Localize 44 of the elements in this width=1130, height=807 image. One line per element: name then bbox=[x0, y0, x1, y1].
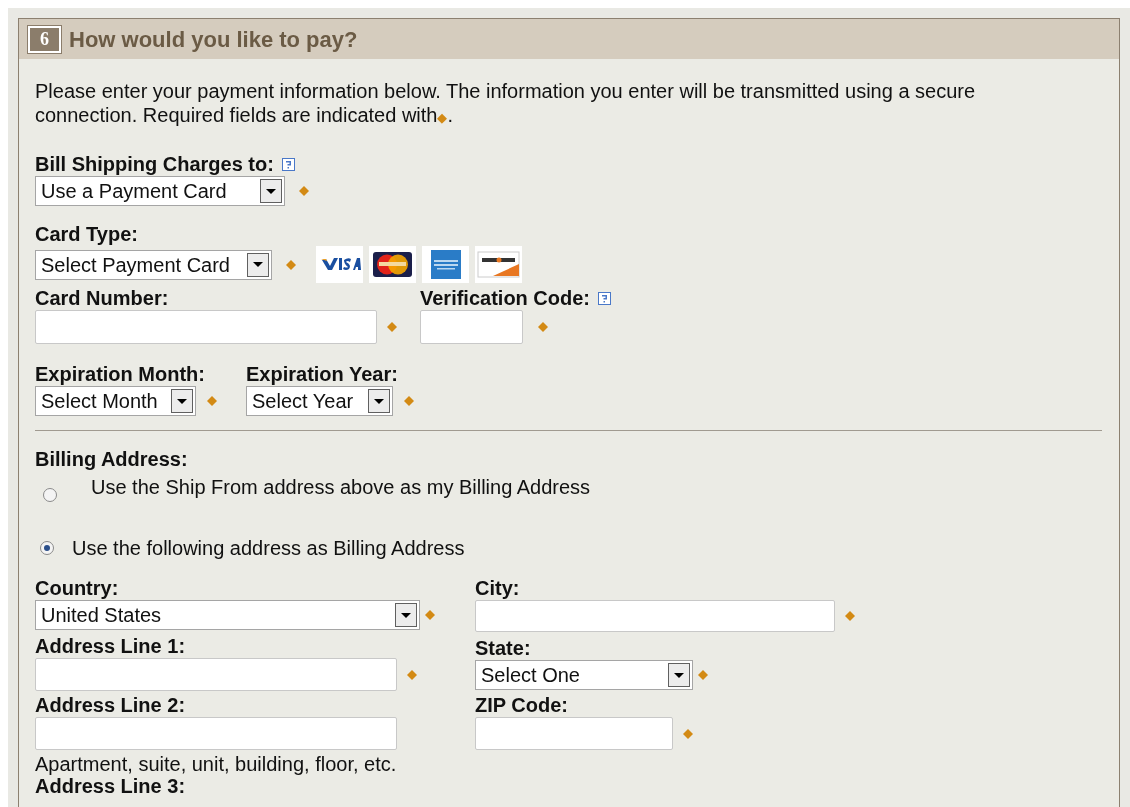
dropdown[interactable]: Select One bbox=[475, 660, 693, 690]
input-field[interactable] bbox=[35, 310, 377, 344]
visa-logo-icon bbox=[316, 246, 363, 283]
step-number: 6 bbox=[28, 25, 61, 53]
field-label: State: bbox=[475, 636, 531, 660]
intro-text: Please enter your payment information below. The information you enter will be transmitted using a secure connection. Required fields are indicated with◆. bbox=[35, 79, 977, 128]
dropdown[interactable]: Select Year bbox=[246, 386, 393, 416]
field-label: City: bbox=[475, 576, 520, 600]
input-field[interactable] bbox=[420, 310, 523, 344]
input-field[interactable] bbox=[35, 658, 397, 691]
dropdown[interactable]: Select Payment Card bbox=[35, 249, 272, 280]
field-label: Address Line 3: bbox=[35, 775, 187, 797]
field-label: Billing Address: bbox=[35, 447, 189, 471]
field-label: Country: bbox=[35, 576, 119, 600]
field-label: Address Line 1: bbox=[35, 634, 186, 658]
radio-label[interactable]: Use the following address as Billing Address bbox=[72, 536, 465, 560]
mastercard-logo-icon bbox=[369, 246, 416, 283]
caret-icon bbox=[374, 398, 384, 404]
caret-icon bbox=[674, 672, 684, 678]
caret-icon bbox=[177, 398, 187, 404]
radio-label[interactable]: Use the Ship From address above as my Billing Address bbox=[91, 475, 591, 499]
field-label: Verification Code: bbox=[420, 286, 591, 310]
radio-button[interactable] bbox=[40, 541, 54, 555]
dropdown[interactable]: United States bbox=[35, 600, 420, 630]
field-label: Bill Shipping Charges to: bbox=[35, 152, 274, 176]
hint-text: Apartment, suite, unit, building, floor, etc. bbox=[35, 753, 398, 775]
caret-icon bbox=[253, 262, 263, 267]
field-label: Address Line 2: bbox=[35, 693, 186, 717]
discover-logo-icon bbox=[475, 246, 522, 283]
amex-logo-icon bbox=[422, 246, 469, 283]
field-label: Card Type: bbox=[35, 222, 138, 246]
radio-button[interactable] bbox=[43, 488, 57, 502]
section-title: How would you like to pay? bbox=[69, 25, 358, 54]
input-field[interactable] bbox=[475, 717, 673, 750]
dropdown[interactable]: Use a Payment Card bbox=[35, 176, 285, 206]
caret-icon bbox=[401, 612, 411, 618]
input-field[interactable] bbox=[35, 717, 397, 750]
field-label: Expiration Year: bbox=[246, 362, 398, 386]
field-label: Card Number: bbox=[35, 286, 169, 310]
field-label: ZIP Code: bbox=[475, 693, 568, 717]
field-label: Expiration Month: bbox=[35, 362, 205, 386]
input-field[interactable] bbox=[475, 600, 835, 632]
dropdown[interactable]: Select Month bbox=[35, 386, 196, 416]
caret-icon bbox=[266, 188, 276, 194]
